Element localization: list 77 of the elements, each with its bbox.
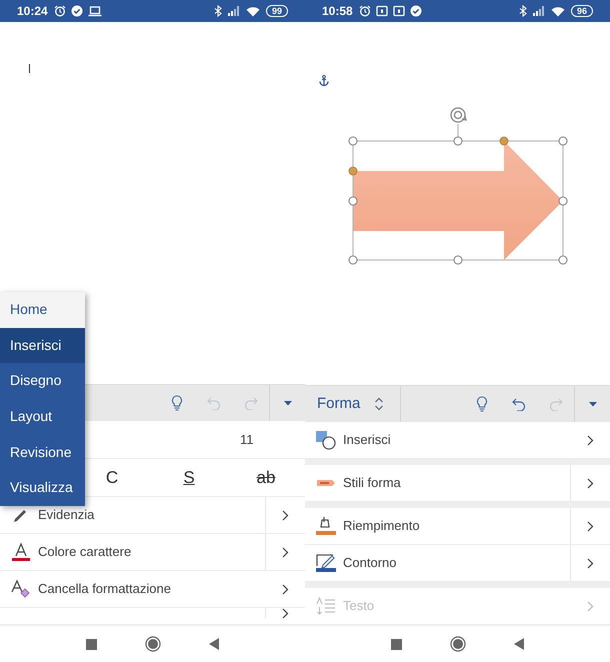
resize-handle[interactable] [348,255,358,265]
chevron-right-icon [586,600,594,612]
rotate-handle-icon[interactable] [450,107,467,123]
alarm-icon [54,5,66,17]
chevron-right-icon [587,478,594,488]
anchor-icon [319,75,329,86]
check-circle-icon [70,5,83,17]
format-button[interactable]: C [92,464,132,490]
bluetooth-icon [214,5,222,17]
chevron-right-icon [282,608,289,618]
redo-icon [244,396,258,410]
shape-style-icon [315,478,337,488]
home-button[interactable] [145,636,161,652]
lightbulb-icon [170,395,182,411]
resize-handle[interactable] [348,136,358,146]
wifi-icon [246,6,260,16]
bluetooth-icon [518,5,527,17]
back-button[interactable] [514,638,524,650]
menu-row[interactable]: Colore carattere [0,534,305,571]
alarm-icon [358,5,371,17]
battery-indicator: 99 [266,5,288,17]
back-button[interactable] [209,638,219,650]
signal-icon [228,6,240,16]
window-icon [376,5,388,17]
caret-icon [284,400,292,406]
ribbon-tab[interactable]: Revisione [0,434,85,470]
chevron-right-icon [587,520,594,532]
font-size-value: 11 [240,430,254,449]
clock-time: 10:24 [17,3,48,20]
text-direction-icon [315,597,337,615]
home-button[interactable] [450,636,466,652]
resize-handle[interactable] [348,196,358,206]
laptop-icon [88,5,102,17]
clear-format-icon [11,579,31,599]
battery-indicator: 96 [570,5,593,17]
format-button[interactable]: ab [246,464,286,490]
menu-row[interactable]: Riempimento [305,508,610,545]
shapes-icon [315,430,337,450]
menu-row[interactable]: Evidenzia [0,497,305,534]
chevron-right-icon [282,584,288,594]
menu-row[interactable]: Contorno [305,545,610,582]
ribbon-tab[interactable]: Visualizza [0,470,85,506]
wifi-icon [550,6,565,16]
resize-handle[interactable] [453,136,463,146]
redo-icon [548,397,562,411]
arrow-shape[interactable] [352,140,564,260]
undo-icon [206,396,220,410]
updown-chevron-icon [374,396,384,412]
adjust-handle[interactable] [500,136,508,146]
resize-handle[interactable] [558,255,568,265]
chevron-right-icon [587,558,594,568]
adjust-handle[interactable] [348,166,358,176]
caret-icon [588,402,596,406]
text-cursor [29,64,30,73]
ribbon-tab[interactable]: Layout [0,398,85,434]
chevron-right-icon [282,510,289,520]
undo-icon [512,397,526,411]
clock-time: 10:58 [322,3,353,20]
window-icon [392,5,405,17]
pen-outline-icon [315,553,337,573]
chevron-right-icon [586,434,594,446]
ribbon-tab[interactable]: Inserisci [0,328,85,364]
paint-bucket-icon [315,516,337,536]
resize-handle[interactable] [453,255,463,265]
recent-apps-button[interactable] [391,638,402,650]
check-circle-icon [410,5,422,17]
resize-handle[interactable] [558,196,568,206]
ribbon-tab[interactable]: Home [0,292,85,328]
resize-handle[interactable] [558,136,568,146]
chevron-right-icon [282,546,289,558]
format-button[interactable]: S [169,464,209,490]
signal-icon [532,6,545,16]
ribbon-tab[interactable]: Disegno [0,363,85,399]
recent-apps-button[interactable] [86,638,97,650]
font-color-icon [11,542,31,562]
lightbulb-icon [476,396,488,412]
menu-row[interactable]: Stili forma [305,465,610,502]
